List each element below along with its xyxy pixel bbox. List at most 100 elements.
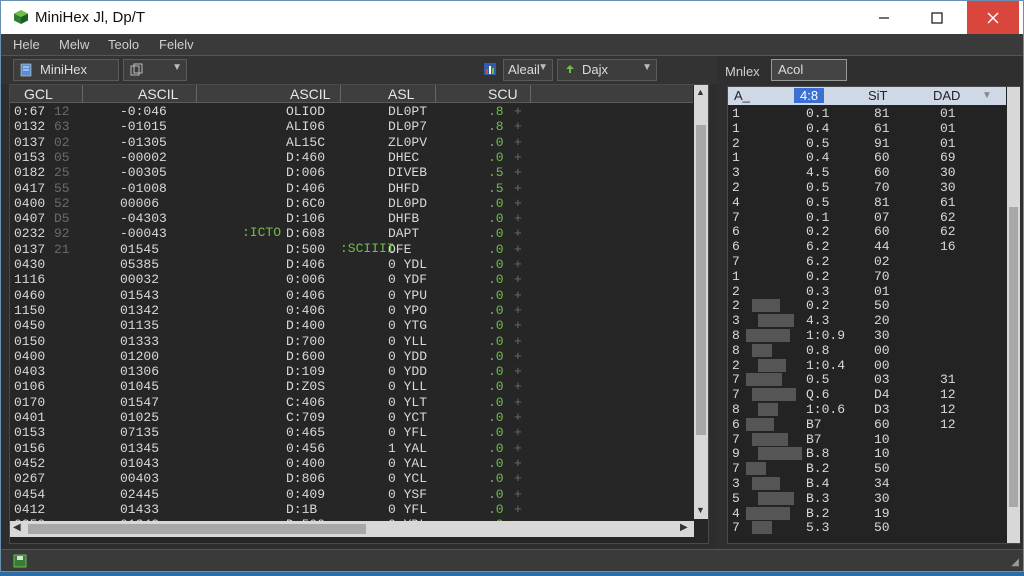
table-row[interactable]: 7 Q.6 D4 12 <box>728 387 1006 402</box>
thumbnail-cell <box>752 299 780 313</box>
table-row[interactable]: 6 6.2 44 16 <box>728 239 1006 254</box>
table-row[interactable]: 7 B.2 50 <box>728 461 1006 476</box>
chevron-down-icon: ▼ <box>642 62 652 73</box>
table-row[interactable]: 7 6.2 02 <box>728 254 1006 269</box>
col-header-offset[interactable]: GCL <box>24 86 53 102</box>
table-cell: 0 YFL <box>388 501 428 517</box>
table-cell: .0 <box>488 333 504 349</box>
table-cell: 50 <box>874 520 890 536</box>
table-row[interactable]: 6 0.2 60 62 <box>728 224 1006 239</box>
column-separator[interactable] <box>82 85 83 103</box>
table-cell: 0137 <box>14 241 46 257</box>
table-cell: OLIOD <box>286 104 326 119</box>
inspector-header: A_ 4:8 SiT DAD ▼ <box>728 87 1006 105</box>
maximize-button[interactable] <box>914 1 960 34</box>
col-header-asl[interactable]: ASL <box>388 86 414 102</box>
table-row[interactable]: 1 0.4 61 01 <box>728 121 1006 136</box>
table-cell: 25 <box>54 165 70 181</box>
menu-item-edit[interactable]: Melw <box>59 37 89 52</box>
col-header-sit[interactable]: SiT <box>868 88 888 103</box>
table-row[interactable]: 4 0.5 81 61 <box>728 195 1006 210</box>
table-cell: D:406 <box>286 257 326 272</box>
table-row[interactable]: 3 B.4 34 <box>728 476 1006 491</box>
encoding-combo[interactable]: Aleail ▼ <box>503 59 553 81</box>
table-row[interactable]: 2 0.5 70 30 <box>728 180 1006 195</box>
inspector-scrollbar[interactable] <box>1007 87 1020 543</box>
file-combo[interactable]: MiniHex <box>13 59 119 81</box>
table-row[interactable]: 6 B7 60 12 <box>728 417 1006 432</box>
scroll-up-icon[interactable]: ▲ <box>696 87 705 97</box>
table-row[interactable]: 3 4.3 20 <box>728 313 1006 328</box>
table-cell: 62 <box>940 209 956 225</box>
table-row[interactable]: 2 0.2 50 <box>728 298 1006 313</box>
table-row[interactable]: 7 0.5 03 31 <box>728 372 1006 387</box>
resize-grip-icon[interactable]: ◢ <box>1011 557 1019 568</box>
table-cell: 01043 <box>120 455 160 471</box>
table-cell: .0 <box>488 501 504 517</box>
minimize-button[interactable] <box>861 1 907 34</box>
mode-combo[interactable]: Dajx ▼ <box>557 59 657 81</box>
table-cell: 0403 <box>14 364 46 380</box>
sort-icon[interactable]: ▼ <box>982 90 992 101</box>
scrollbar-thumb[interactable] <box>696 125 706 435</box>
table-row[interactable]: 5 B.3 30 <box>728 491 1006 506</box>
table-cell: 0 YSF <box>388 486 428 502</box>
table-cell: 62 <box>940 224 956 240</box>
table-row[interactable]: 2 0.3 01 <box>728 284 1006 299</box>
inspector-input[interactable]: Acol <box>771 59 847 81</box>
table-row[interactable]: 9 B.8 10 <box>728 446 1006 461</box>
column-separator[interactable] <box>435 85 436 103</box>
table-cell: + <box>514 455 522 471</box>
column-separator[interactable] <box>530 85 531 103</box>
table-cell: 0 YTG <box>388 318 428 334</box>
table-cell: .8 <box>488 119 504 135</box>
scroll-left-icon[interactable]: ◀ <box>13 522 21 533</box>
table-row[interactable]: 4 B.2 19 <box>728 506 1006 521</box>
inspector-table[interactable]: A_ 4:8 SiT DAD ▼ 1 0.1 81 01 1 0.4 61 01 2 0.5 91 0… <box>727 86 1020 544</box>
table-row[interactable]: 1 0.1 81 01 <box>728 106 1006 121</box>
menu-item-tools[interactable]: Teolo <box>108 37 139 52</box>
table-cell: 0153 <box>14 149 46 165</box>
table-cell: .0 <box>488 394 504 410</box>
scrollbar-thumb[interactable] <box>28 524 366 534</box>
hex-grid[interactable]: GCL ASCIL ASCIL ASL SCU 0:67 12 -0:046 OLIO… <box>9 84 709 544</box>
table-row[interactable]: 7 5.3 50 <box>728 520 1006 535</box>
save-icon[interactable] <box>13 554 27 568</box>
col-header-ascii[interactable]: ASCIL <box>290 86 330 102</box>
table-row[interactable]: 1 0.2 70 <box>728 269 1006 284</box>
table-cell: .5 <box>488 165 504 181</box>
col-header-a[interactable]: A_ <box>734 88 750 103</box>
vertical-scrollbar[interactable]: ▲ ▼ <box>694 85 708 519</box>
scroll-right-icon[interactable]: ▶ <box>680 522 688 533</box>
table-row[interactable]: 8 0.8 00 <box>728 343 1006 358</box>
table-row[interactable]: 2 1:0.4 00 <box>728 358 1006 373</box>
table-row[interactable]: 2 0.5 91 01 <box>728 136 1006 151</box>
scroll-down-icon[interactable]: ▼ <box>696 505 705 515</box>
table-row[interactable]: 8 1:0.9 30 <box>728 328 1006 343</box>
table-cell: 0:406 <box>286 287 326 303</box>
col-header-scu[interactable]: SCU <box>488 86 518 102</box>
menu-item-file[interactable]: Hele <box>13 37 40 52</box>
menu-item-help[interactable]: Felelv <box>159 37 194 52</box>
table-cell: Q.6 <box>806 387 830 403</box>
col-header-dad[interactable]: DAD <box>933 88 960 103</box>
table-cell: + <box>514 149 522 165</box>
table-row[interactable]: 1 0.4 60 69 <box>728 150 1006 165</box>
col-header-hex[interactable]: ASCIL <box>138 86 178 102</box>
chart-icon[interactable] <box>483 62 497 76</box>
column-separator[interactable] <box>340 85 341 103</box>
column-separator[interactable] <box>196 85 197 103</box>
thumbnail-cell <box>758 491 794 505</box>
close-button[interactable] <box>967 1 1019 34</box>
table-row[interactable]: 7 B7 10 <box>728 432 1006 447</box>
scrollbar-thumb[interactable] <box>1009 207 1018 507</box>
view-combo[interactable]: ▼ <box>123 59 187 81</box>
table-cell: 0.5 <box>806 372 830 388</box>
table-row[interactable]: 7 0.1 07 62 <box>728 210 1006 225</box>
table-cell: -0:046 <box>120 104 167 119</box>
horizontal-scrollbar[interactable]: ◀ ▶ <box>10 521 694 537</box>
col-header-value[interactable]: 4:8 <box>794 88 825 103</box>
table-row[interactable]: 8 1:0.6 D3 12 <box>728 402 1006 417</box>
table-row[interactable]: 3 4.5 60 30 <box>728 165 1006 180</box>
chevron-down-icon: ▼ <box>172 62 182 73</box>
